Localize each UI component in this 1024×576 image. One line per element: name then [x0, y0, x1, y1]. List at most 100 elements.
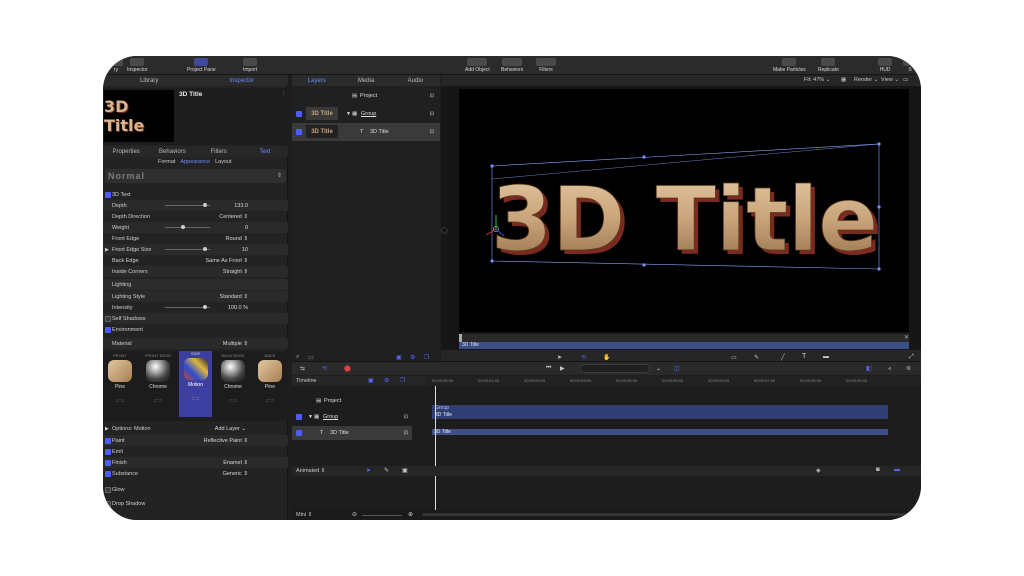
checkbox-tl-group[interactable]: [296, 414, 302, 420]
subtab-layout[interactable]: Layout: [215, 159, 232, 165]
lock-icon[interactable]: ⊡: [430, 93, 434, 99]
handle-top-right[interactable]: [877, 142, 881, 146]
swatch-front[interactable]: FRONT Pine ⊂⊃: [105, 353, 135, 415]
mini-timeline[interactable]: ✕: [459, 334, 909, 342]
loop-icon[interactable]: ⟲: [322, 365, 327, 372]
animated-menu[interactable]: Animated ⇕: [296, 468, 325, 474]
toolbar-behaviors[interactable]: Behaviors: [501, 58, 523, 73]
toolbar-item-library[interactable]: ry: [109, 58, 123, 73]
front-edge-size-slider[interactable]: [165, 247, 210, 251]
tab-properties[interactable]: Properties: [103, 149, 149, 155]
play-icon[interactable]: ▶: [560, 365, 565, 372]
box-icon[interactable]: ▣: [402, 467, 408, 474]
checker-icon[interactable]: ▦: [841, 77, 846, 83]
toolbar-import[interactable]: Import: [243, 58, 257, 73]
tab-library[interactable]: Library: [103, 78, 196, 84]
depth-slider[interactable]: [165, 203, 210, 207]
line-tool-icon[interactable]: ╱: [781, 354, 785, 361]
checkbox-substance[interactable]: [105, 470, 111, 477]
chevron-down-icon[interactable]: ⌄: [656, 365, 661, 372]
layers-icon[interactable]: ❐: [400, 377, 405, 384]
canvas[interactable]: 3D Title 3D Title: [459, 89, 909, 332]
handle-top-mid[interactable]: [642, 155, 646, 159]
timecode-display[interactable]: [580, 364, 650, 373]
tl-row-group[interactable]: ▼ ▦ Group ⊡: [292, 410, 412, 424]
handle-top-left[interactable]: [490, 164, 494, 168]
depth-knob[interactable]: [203, 203, 207, 207]
snap-icon[interactable]: ▬: [894, 467, 900, 473]
checkbox-emit[interactable]: [105, 448, 111, 455]
tab-text[interactable]: Text: [242, 149, 288, 155]
playhead[interactable]: [435, 386, 436, 510]
intensity-slider[interactable]: [165, 305, 210, 309]
tab-layers[interactable]: Layers: [292, 78, 341, 84]
record-icon[interactable]: ⬤: [344, 365, 351, 372]
zoom-slider[interactable]: [362, 515, 402, 516]
audio-icon[interactable]: ◫: [674, 365, 680, 372]
record-options-icon[interactable]: ⇆: [300, 365, 305, 372]
camera-icon[interactable]: ◙: [876, 467, 880, 473]
zoom-fit[interactable]: Fit: 47% ⌄: [804, 77, 830, 83]
rewind-icon[interactable]: ⏮: [546, 365, 551, 372]
tl-row-project[interactable]: ▤ Project: [292, 394, 412, 408]
toolbar-replicate[interactable]: Replicate: [818, 58, 839, 73]
pen-icon[interactable]: ✎: [384, 467, 389, 474]
weight-slider[interactable]: [165, 225, 210, 229]
checkbox-finish[interactable]: [105, 459, 111, 466]
subtab-format[interactable]: Format: [158, 159, 175, 165]
layers-icon[interactable]: ❐: [424, 354, 429, 361]
add-layer-icon[interactable]: ▣: [396, 354, 402, 361]
link-icon[interactable]: ⊂⊃: [179, 396, 212, 402]
render-menu[interactable]: Render ⌄: [854, 77, 878, 83]
toolbar-filters[interactable]: Filters: [536, 58, 556, 73]
tl-bar-group[interactable]: Group 3D Title: [432, 405, 888, 419]
visibility-icon[interactable]: ◈: [816, 467, 821, 474]
disclosure-icon[interactable]: ▶: [105, 426, 109, 432]
swatch-back-edge[interactable]: BACK EDGE Chrome ⊂⊃: [217, 353, 249, 415]
lock-icon[interactable]: ⊡: [404, 414, 408, 420]
toolbar-hud[interactable]: HUD: [878, 58, 892, 73]
link-icon[interactable]: ⊂⊃: [217, 398, 249, 404]
layer-project[interactable]: ▤ Project ⊡: [292, 89, 440, 103]
link-icon[interactable]: ⊂⊃: [255, 398, 285, 404]
link-icon[interactable]: ⊂⊃: [142, 398, 174, 404]
gear-icon[interactable]: ⚙: [384, 377, 389, 384]
horizontal-scrollbar[interactable]: [422, 513, 912, 516]
pen-tool-icon[interactable]: ✎: [754, 354, 759, 361]
handle-bottom-right[interactable]: [877, 267, 881, 271]
tab-filters[interactable]: Filters: [196, 149, 242, 155]
lock-icon[interactable]: ⊡: [430, 111, 434, 117]
toolbar-add-object[interactable]: Add Object: [465, 58, 490, 73]
toolbar-make-particles[interactable]: Make Particles: [773, 58, 806, 73]
tl-bar-3d-title[interactable]: 3D Title: [432, 429, 888, 435]
zoom-in-icon[interactable]: ⊕: [408, 511, 413, 518]
panel-icon[interactable]: ▭: [308, 354, 314, 361]
disclosure-down-icon[interactable]: ▼: [346, 111, 351, 117]
zoom-out-icon[interactable]: ⊖: [352, 511, 357, 518]
weight-knob[interactable]: [181, 225, 185, 229]
checkbox-3d-text[interactable]: [105, 191, 111, 198]
tab-inspector[interactable]: Inspector: [196, 78, 289, 84]
layer-group[interactable]: 3D Title ▼ ▦ Group ⊡: [292, 105, 440, 123]
timeline-toggle-icon[interactable]: ◧: [866, 365, 872, 372]
checkbox-drop-shadow[interactable]: [105, 500, 111, 507]
checkbox-environment[interactable]: [105, 326, 111, 333]
audio-timeline-icon[interactable]: ≋: [906, 365, 911, 372]
gear-icon[interactable]: ⚙: [410, 354, 415, 361]
add-icon[interactable]: ▣: [368, 377, 374, 384]
pin-icon[interactable]: ⫶: [283, 91, 285, 98]
toolbar-project-pane[interactable]: Project Pane: [187, 58, 216, 73]
fullscreen-icon[interactable]: ⤢: [909, 354, 914, 361]
link-icon[interactable]: ⊂⊃: [105, 398, 135, 404]
time-ruler[interactable]: 00:00:00:00 00:00:01:00 00:00:02:00 00:00:0…: [428, 376, 921, 386]
transform-tool-icon[interactable]: ⟲: [581, 354, 586, 361]
swatch-back[interactable]: BACK Pine ⊂⊃: [255, 353, 285, 415]
swatch-side-selected[interactable]: SIDE Motion ⊂⊃: [179, 351, 212, 417]
mini-playhead[interactable]: [459, 334, 462, 342]
select-tool-icon[interactable]: ➤: [557, 354, 562, 361]
lock-icon[interactable]: ⊡: [430, 129, 434, 135]
lock-icon[interactable]: ⊡: [404, 430, 408, 436]
mini-timeline-bar[interactable]: 3D Title: [459, 342, 909, 349]
tab-behaviors[interactable]: Behaviors: [149, 149, 195, 155]
toolbar-inspector[interactable]: Inspector: [127, 58, 148, 73]
